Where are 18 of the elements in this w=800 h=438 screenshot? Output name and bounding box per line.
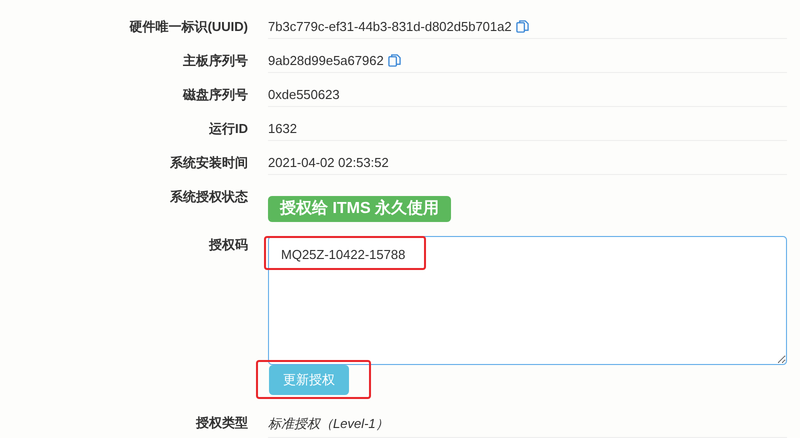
field-value: 0xde550623 — [268, 86, 340, 104]
copy-icon[interactable] — [516, 20, 529, 33]
field-label: 授权类型 — [196, 414, 248, 432]
copy-icon[interactable] — [388, 54, 401, 67]
field-value: 9ab28d99e5a67962 — [268, 52, 384, 70]
field-label: 磁盘序列号 — [183, 86, 248, 104]
field-value: 2021-04-02 02:53:52 — [268, 154, 389, 172]
status-badge: 授权给 ITMS 永久使用 — [268, 196, 452, 222]
field-label: 系统安装时间 — [170, 154, 248, 172]
field-value: 标准授权（Level-1） — [268, 416, 389, 431]
field-label: 授权码 — [209, 236, 248, 254]
field-label: 运行ID — [209, 120, 248, 138]
field-value: 7b3c779c-ef31-44b3-831d-d802d5b701a2 — [268, 18, 512, 36]
field-value: 1632 — [268, 120, 297, 138]
input-field[interactable]: MQ25Z-10422-15788 — [268, 236, 787, 365]
field-label: 系统授权状态 — [170, 188, 248, 206]
field-label: 主板序列号 — [183, 52, 248, 70]
field-label: 硬件唯一标识(UUID) — [130, 18, 248, 36]
